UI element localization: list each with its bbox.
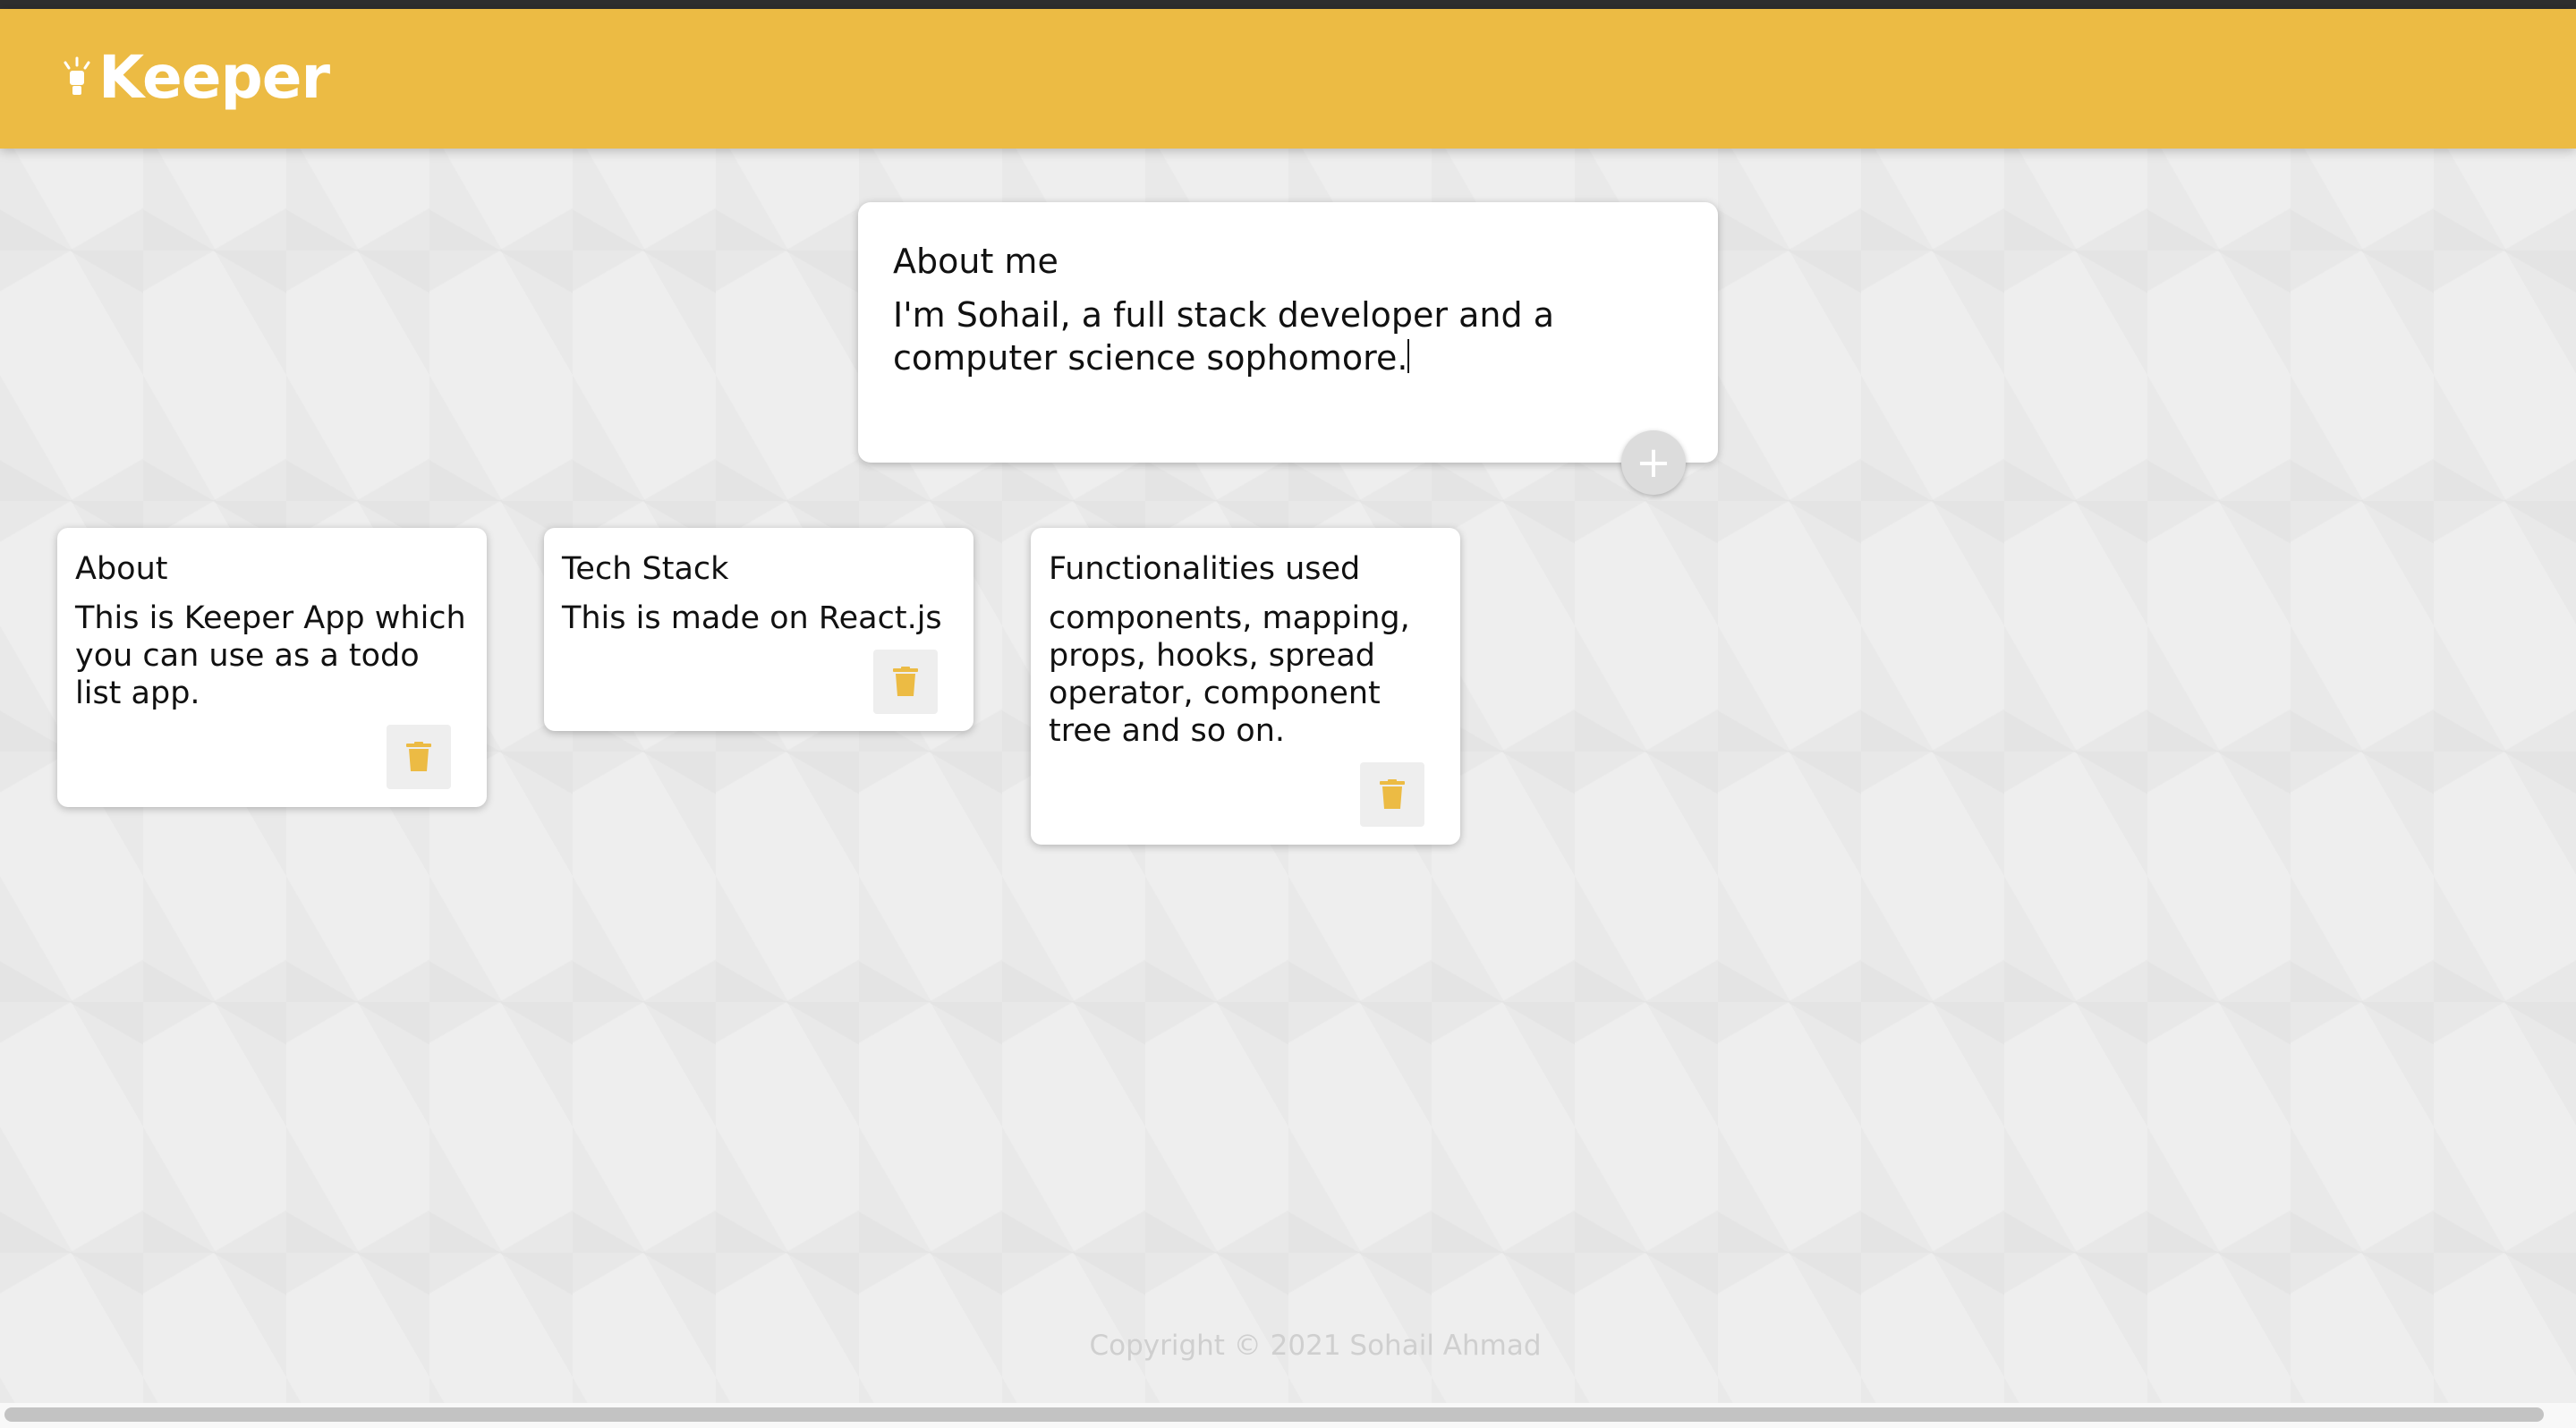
delete-note-button[interactable] [1360,762,1424,827]
horizontal-scrollbar-thumb[interactable] [4,1407,2544,1422]
create-note-form: About me I'm Sohail, a full stack develo… [858,202,1718,463]
note-content: This is made on React.js [562,600,942,636]
note-content-textarea[interactable]: I'm Sohail, a full stack developer and a… [893,293,1627,379]
note-title: About [75,551,168,587]
app-title: Keeper [98,43,330,112]
app-header: Keeper [0,9,2576,149]
note-content-text: I'm Sohail, a full stack developer and a… [893,295,1554,378]
delete-note-button[interactable] [873,650,938,714]
note-title-input[interactable]: About me [893,242,1058,281]
delete-note-button[interactable] [387,725,451,789]
window-top-border [0,0,2576,9]
note-title: Functionalities used [1049,551,1361,587]
note-card: Tech Stack This is made on React.js [544,528,973,731]
note-card: Functionalities used components, mapping… [1031,528,1460,845]
note-content: This is Keeper App which you can use as … [75,600,466,711]
trash-icon [1380,779,1405,809]
note-content: components, mapping, props, hooks, sprea… [1049,600,1410,749]
note-title: Tech Stack [562,551,729,587]
app-logo: Keeper [61,43,330,112]
text-cursor [1407,339,1410,373]
trash-icon [406,742,431,771]
add-note-button[interactable]: + [1621,430,1686,495]
lightbulb-icon [64,56,90,95]
footer-copyright: Copyright © 2021 Sohail Ahmad [1089,1330,1542,1362]
trash-icon [893,667,918,696]
note-card: About This is Keeper App which you can u… [57,528,487,807]
plus-icon: + [1635,438,1672,488]
